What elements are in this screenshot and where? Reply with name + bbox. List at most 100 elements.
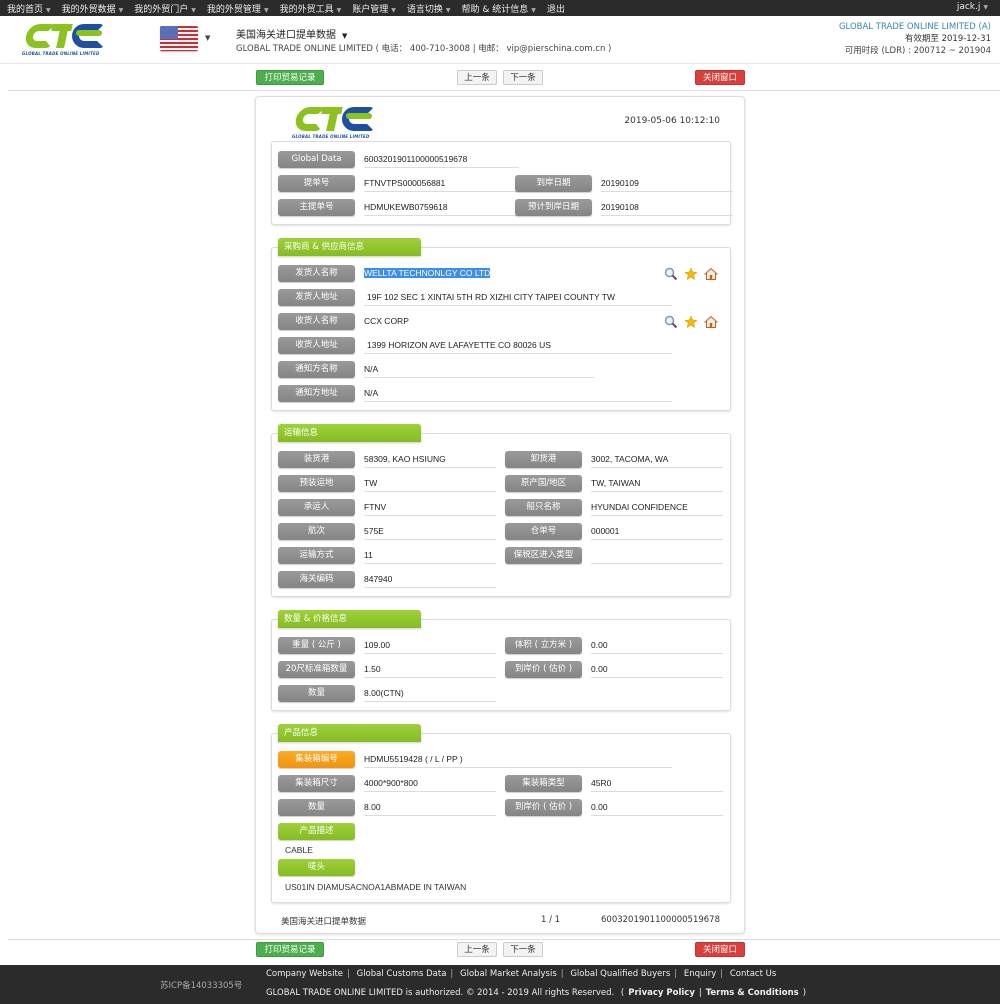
caret-down-icon[interactable]: ▼ xyxy=(205,34,210,42)
username: jack.j xyxy=(956,2,981,12)
field-label: 唛头 xyxy=(278,858,355,876)
divider xyxy=(8,90,1000,91)
est-arrival-value: 20190108 xyxy=(601,198,733,216)
nav-account[interactable]: 账户管理 ▼ xyxy=(352,2,396,15)
footer-link-qualified-buyers[interactable]: Global Qualified Buyers xyxy=(570,969,670,979)
home-icon[interactable] xyxy=(703,266,719,280)
terms-link[interactable]: Terms & Conditions xyxy=(706,988,799,998)
print-record-button[interactable]: 打印贸易记录 xyxy=(256,942,324,957)
field-label: 体积 ( 立方米 ) xyxy=(505,636,582,654)
field-label: Global Data xyxy=(278,150,355,168)
field-label: 重量 ( 公斤 ) xyxy=(278,636,355,654)
consignee-addr-row: 收货人地址 1399 HORIZON AVE LAFAYETTE CO 8002… xyxy=(278,336,672,354)
field-label: 发货人名称 xyxy=(278,264,355,282)
est-arrival-row: 预计到岸日期 20190108 xyxy=(515,198,733,216)
field-label: 预计到岸日期 xyxy=(515,198,592,216)
field-label: 集装箱编号 xyxy=(278,750,355,768)
shipper-name-value[interactable]: WELLTA TECHNONLGY CO LTD xyxy=(364,264,491,282)
field-label: 航次 xyxy=(278,522,355,540)
us-flag-icon[interactable] xyxy=(160,26,198,51)
close-window-button[interactable]: 关闭窗口 xyxy=(695,70,745,85)
consignee-name-row: 收货人名称 CCX CORP xyxy=(278,312,409,330)
panel-title: 运输信息 xyxy=(278,424,421,442)
company-contact: GLOBAL TRADE ONLINE LIMITED ( 电话： 400-71… xyxy=(236,44,612,54)
close-window-button[interactable]: 关闭窗口 xyxy=(695,942,745,957)
master-bill-value: HDMUKEWB0759618 xyxy=(364,198,519,216)
field-label: 收货人地址 xyxy=(278,336,355,354)
field-label: 集装箱类型 xyxy=(505,774,582,792)
container-size-value: 4000*900*800 xyxy=(364,774,496,792)
search-icon[interactable] xyxy=(664,266,678,281)
action-bar-bottom: 打印贸易记录 上一条 下一条 关闭窗口 xyxy=(0,942,1000,962)
caret-down-icon: ▼ xyxy=(336,6,342,14)
previous-button[interactable]: 上一条 xyxy=(457,70,497,85)
teu-value: 1.50 xyxy=(364,660,496,678)
account-company: GLOBAL TRADE ONLINE LIMITED (A) xyxy=(838,22,991,32)
quantity-panel: 数量 & 价格信息 重量 ( 公斤 ) 109.00 体积 ( 立方米 ) 0.00… xyxy=(271,610,731,711)
master-bill-row: 主提单号 HDMUKEWB0759618 xyxy=(278,198,519,216)
ldr-range: 200712 ~ 201904 xyxy=(913,46,991,56)
footer-link-contact[interactable]: Contact Us xyxy=(730,969,776,979)
field-label: 保税区进入类型 xyxy=(505,546,582,564)
caret-down-icon: ▼ xyxy=(391,6,396,14)
nav-trade-management[interactable]: 我的外贸管理 ▼ xyxy=(207,2,269,15)
nav-help[interactable]: 帮助 & 统计信息 ▼ xyxy=(461,2,535,15)
nav-logout[interactable]: 退出 xyxy=(547,2,565,15)
star-icon[interactable] xyxy=(684,266,698,281)
transport-mode-value: 11 xyxy=(364,546,496,564)
nav-label: 我的首页 xyxy=(7,4,44,15)
product-description: CABLE xyxy=(285,845,313,855)
caret-down-icon: ▼ xyxy=(263,6,269,14)
footer-link-customs-data[interactable]: Global Customs Data xyxy=(357,969,447,979)
footer-link-company-website[interactable]: Company Website xyxy=(266,969,343,979)
nav-language[interactable]: 语言切换 ▼ xyxy=(407,2,451,15)
logo-mark xyxy=(292,107,376,133)
next-button[interactable]: 下一条 xyxy=(503,942,543,957)
panel-title: 产品信息 xyxy=(278,724,421,742)
nav-trade-portal[interactable]: 我的外贸门户 ▼ xyxy=(134,2,196,15)
database-title: 美国海关进口提单数据 xyxy=(236,30,336,41)
consignee-name-value: CCX CORP xyxy=(364,316,409,326)
next-button[interactable]: 下一条 xyxy=(503,70,543,85)
caret-down-icon: ▼ xyxy=(118,6,124,14)
gtc-logo: GLOBAL TRADE ONLINE LIMITED xyxy=(292,107,376,139)
record-timestamp: 2019-05-06 10:12:10 xyxy=(624,116,720,126)
carrier-value: FTNV xyxy=(364,498,496,516)
field-label: 通知方名称 xyxy=(278,360,355,378)
nav-label: 语言切换 xyxy=(406,4,443,15)
loading-port-value: 58309, KAO HSIUNG xyxy=(364,450,496,468)
field-label: 装货港 xyxy=(278,450,355,468)
nav-label: 我的外贸门户 xyxy=(134,4,189,15)
field-label: 卸货港 xyxy=(505,450,582,468)
home-icon[interactable] xyxy=(703,314,719,328)
nav-label: 帮助 & 统计信息 xyxy=(461,4,529,15)
caret-down-icon: ▼ xyxy=(983,4,988,11)
field-label: 发货人地址 xyxy=(278,288,355,306)
shipper-name-row: 发货人名称 WELLTA TECHNONLGY CO LTD xyxy=(278,264,491,282)
nav-home[interactable]: 我的首页 ▼ xyxy=(7,2,51,15)
shipper-addr-value: 19F 102 SEC 1 XINTAI 5TH RD XIZHI CITY T… xyxy=(364,288,672,306)
copyright: GLOBAL TRADE ONLINE LIMITED is authorize… xyxy=(266,988,807,998)
privacy-policy-link[interactable]: Privacy Policy xyxy=(628,988,695,998)
vessel-value: HYUNDAI CONFIDENCE xyxy=(591,498,723,516)
footer-link-market-analysis[interactable]: Global Market Analysis xyxy=(460,969,557,979)
logo-tagline: GLOBAL TRADE ONLINE LIMITED xyxy=(22,51,100,56)
account-info: GLOBAL TRADE ONLINE LIMITED (A) 有效期至 201… xyxy=(839,21,991,57)
nav-trade-data[interactable]: 我的外贸数据 ▼ xyxy=(62,2,124,15)
footer-links: Company Website | Global Customs Data | Gl… xyxy=(266,969,777,979)
icp-number[interactable]: 苏ICP备14033305号 xyxy=(160,979,242,991)
gtc-logo[interactable]: GLOBAL TRADE ONLINE LIMITED xyxy=(22,24,106,56)
search-icon[interactable] xyxy=(664,314,678,329)
nav-label: 我的外贸管理 xyxy=(206,4,261,15)
bonded-type-value xyxy=(591,546,723,564)
notify-name-value: N/A xyxy=(364,360,594,378)
field-label: 运输方式 xyxy=(278,546,355,564)
user-menu[interactable]: jack.j ▼ xyxy=(957,2,988,12)
star-icon[interactable] xyxy=(684,314,698,329)
footer-link-enquiry[interactable]: Enquiry xyxy=(684,969,716,979)
field-label: 产品描述 xyxy=(278,822,355,840)
previous-button[interactable]: 上一条 xyxy=(457,942,497,957)
nav-trade-tools[interactable]: 我的外贸工具 ▼ xyxy=(280,2,342,15)
database-selector[interactable]: 美国海关进口提单数据 ▼ xyxy=(236,26,347,41)
print-record-button[interactable]: 打印贸易记录 xyxy=(256,70,324,85)
